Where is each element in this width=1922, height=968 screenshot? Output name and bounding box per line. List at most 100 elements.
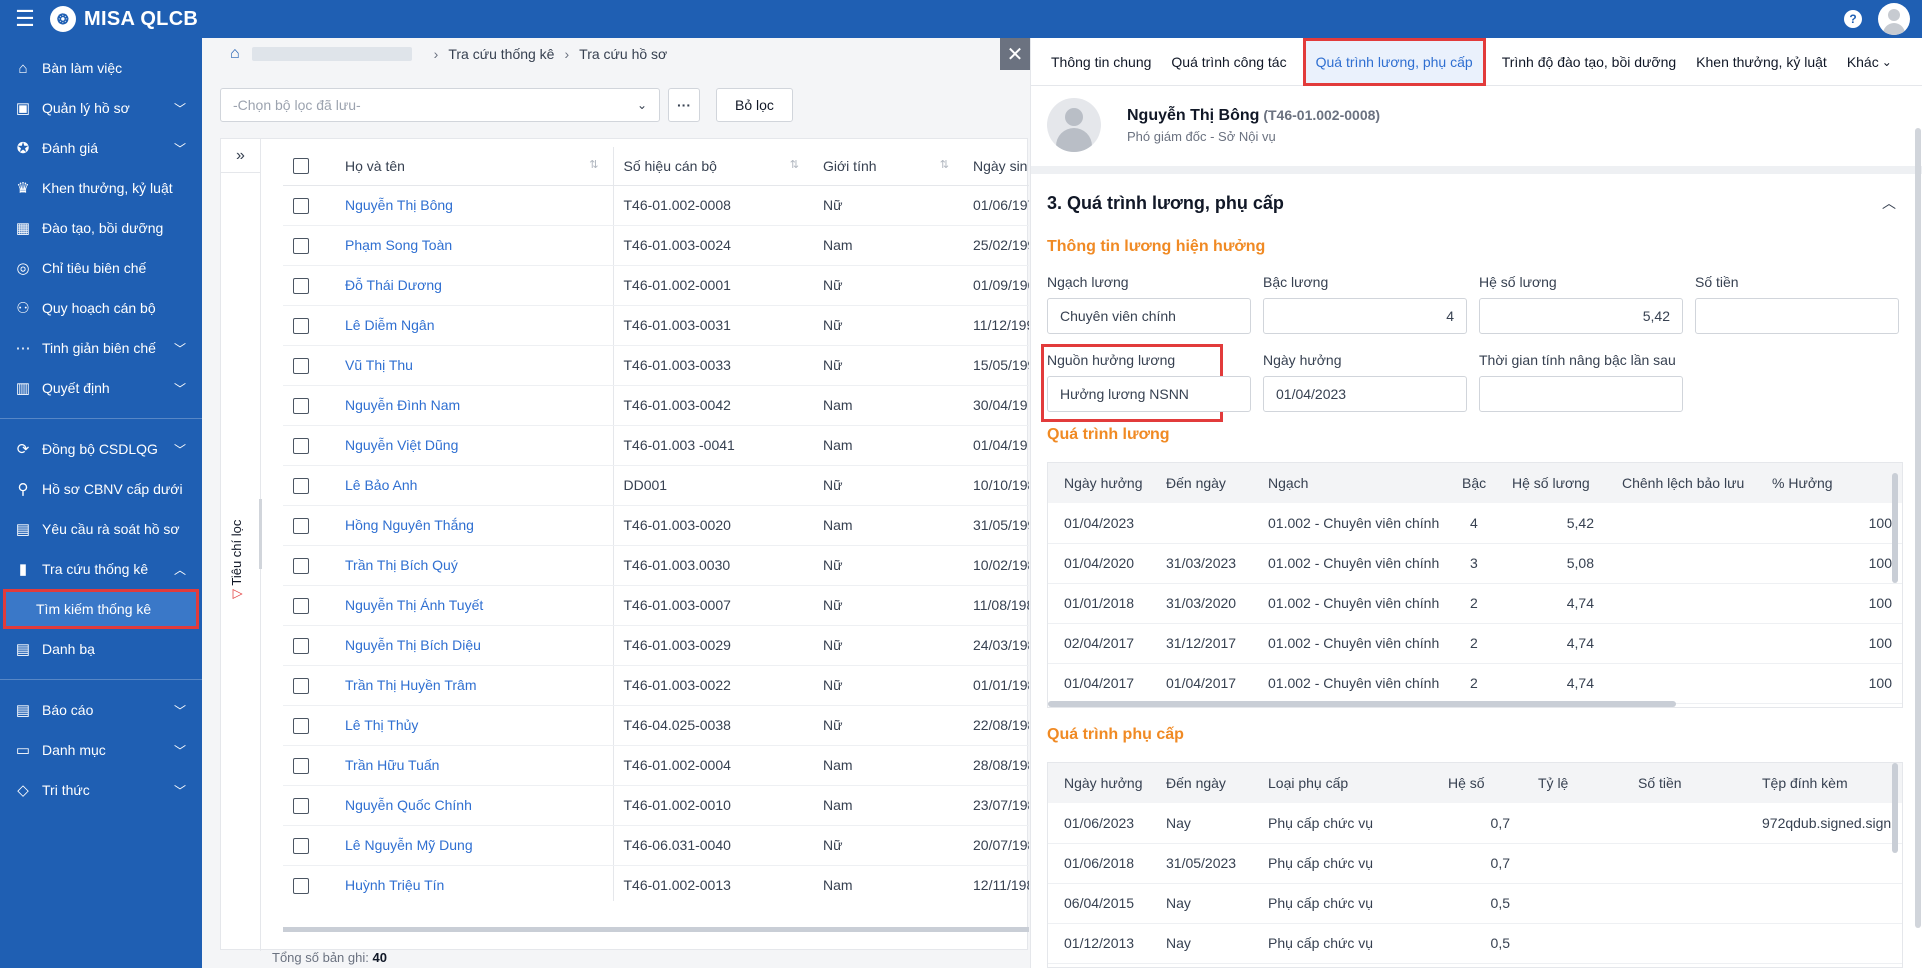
- employee-name-link[interactable]: Phạm Song Toàn: [345, 237, 452, 253]
- tab-rewards-discipline[interactable]: Khen thưởng, kỷ luật: [1686, 38, 1837, 86]
- row-checkbox[interactable]: [293, 757, 309, 774]
- employee-name-link[interactable]: Nguyễn Thị Bông: [345, 197, 453, 213]
- horizontal-scrollbar[interactable]: [1048, 701, 1676, 707]
- sidebar-item-items2-2[interactable]: ▤ Yêu cầu rà soát hồ sơ: [0, 509, 202, 549]
- tab-salary-allowance[interactable]: Quá trình lương, phụ cấp: [1302, 37, 1486, 86]
- row-checkbox[interactable]: [293, 797, 309, 814]
- help-icon[interactable]: ?: [1844, 10, 1862, 28]
- sidebar-item-items-2[interactable]: ✪ Đánh giá ﹀: [0, 128, 202, 168]
- user-avatar[interactable]: [1878, 3, 1910, 35]
- column-header-gender[interactable]: Giới tính ⇅: [813, 147, 963, 186]
- row-checkbox[interactable]: [293, 477, 309, 494]
- employee-name-link[interactable]: Lê Diễm Ngân: [345, 317, 435, 333]
- tab-general-info[interactable]: Thông tin chung: [1041, 38, 1161, 86]
- expand-filter-icon[interactable]: »: [221, 139, 260, 173]
- ngayhuong-field[interactable]: 01/04/2023: [1263, 376, 1467, 412]
- sort-icon[interactable]: ⇅: [940, 158, 949, 171]
- sidebar-subitem-search-stats[interactable]: Tìm kiếm thống kê: [3, 589, 199, 629]
- heso-field[interactable]: 5,42: [1479, 298, 1683, 334]
- table-row[interactable]: 01/06/2018 31/05/2023 Phụ cấp chức vụ 0,7: [1048, 843, 1902, 884]
- sidebar-item-items2-3[interactable]: ▮ Tra cứu thống kê ︿: [0, 549, 202, 589]
- employee-name-link[interactable]: Lê Thị Thủy: [345, 717, 418, 733]
- table-row[interactable]: Lê Thị Thủy T46-04.025-0038Nữ22/08/198: [283, 705, 1029, 746]
- resize-handle[interactable]: [259, 499, 262, 569]
- sidebar-item-items-6[interactable]: ⚇ Quy hoạch cán bộ: [0, 288, 202, 328]
- home-icon[interactable]: ⌂: [230, 45, 240, 63]
- row-checkbox[interactable]: [293, 197, 309, 214]
- saved-filter-select[interactable]: -Chọn bộ lọc đã lưu- ⌄: [220, 88, 660, 122]
- table-row[interactable]: Nguyễn Quốc Chính T46-01.002-0010 Nam 23/07…: [283, 785, 1029, 826]
- row-checkbox[interactable]: [293, 557, 309, 574]
- employee-name-link[interactable]: Nguyễn Việt Dũng: [345, 437, 458, 453]
- sidebar-item-items3-1[interactable]: ▭ Danh mục ﹀: [0, 730, 202, 770]
- employee-name-link[interactable]: Nguyễn Đình Nam: [345, 397, 460, 413]
- table-row[interactable]: Hồng Nguyên Thắng T46-01.003-0020 Nam 31/05…: [283, 505, 1029, 546]
- sidebar-item-items2-1[interactable]: ⚲ Hồ sơ CBNV cấp dưới: [0, 469, 202, 509]
- table-row[interactable]: Nguyễn Việt Dũng T46-01.003 -0041 Nam 01/04…: [283, 425, 1029, 466]
- thoigian-field[interactable]: [1479, 376, 1683, 412]
- sidebar-item-contacts[interactable]: ▤ Danh bạ: [0, 629, 202, 669]
- table-row[interactable]: Lê Bảo Anh DD001Nữ10/10/198: [283, 465, 1029, 506]
- employee-name-link[interactable]: Đỗ Thái Dương: [345, 277, 442, 293]
- table-row[interactable]: 01/06/2023 Nay Phụ cấp chức vụ 0,7 972qdub.s…: [1048, 803, 1902, 844]
- table-row[interactable]: Phạm Song Toàn T46-01.003-0024 Nam 25/02/19…: [283, 225, 1029, 266]
- employee-name-link[interactable]: Hồng Nguyên Thắng: [345, 517, 474, 533]
- sidebar-item-items-3[interactable]: ♛ Khen thưởng, kỷ luật: [0, 168, 202, 208]
- row-checkbox[interactable]: [293, 717, 309, 734]
- tab-other[interactable]: Khác ⌄: [1837, 38, 1902, 86]
- panel-scrollbar[interactable]: [1915, 128, 1921, 928]
- employee-name-link[interactable]: Trần Hữu Tuấn: [345, 757, 439, 773]
- sort-icon[interactable]: ⇅: [589, 158, 598, 171]
- nguon-field[interactable]: Hưởng lương NSNN: [1047, 376, 1251, 412]
- select-all-checkbox[interactable]: [293, 158, 309, 175]
- sidebar-item-items-8[interactable]: ▥ Quyết định ﹀: [0, 368, 202, 408]
- row-checkbox[interactable]: [293, 837, 309, 854]
- sidebar-item-items3-2[interactable]: ◇ Tri thức ﹀: [0, 770, 202, 810]
- table-row[interactable]: 01/04/2017 01/04/2017 01.002 - Chuyên viên…: [1048, 663, 1902, 704]
- table-row[interactable]: Nguyễn Đình Nam T46-01.003-0042 Nam 30/04/1…: [283, 385, 1029, 426]
- breadcrumb-item-stats[interactable]: Tra cứu thống kê: [448, 46, 554, 62]
- table-row[interactable]: Nguyễn Thị Bông T46-01.002-0008 Nữ 01/06/19…: [283, 185, 1029, 226]
- row-checkbox[interactable]: [293, 277, 309, 294]
- row-checkbox[interactable]: [293, 397, 309, 414]
- sidebar-item-items-5[interactable]: ◎ Chỉ tiêu biên chế: [0, 248, 202, 288]
- attachment-link[interactable]: 972qdub.signed.sign: [1746, 803, 1902, 844]
- row-checkbox[interactable]: [293, 317, 309, 334]
- sidebar-item-items-7[interactable]: ⋯ Tinh giản biên chế ﹀: [0, 328, 202, 368]
- sidebar-item-items2-0[interactable]: ⟳ Đồng bộ CSDLQG ﹀: [0, 429, 202, 469]
- column-header-code[interactable]: Số hiệu cán bộ ⇅: [613, 147, 813, 186]
- table-row[interactable]: 01/04/2023 01.002 - Chuyên viên chính 4 5,4…: [1048, 503, 1902, 544]
- sidebar-item-items-1[interactable]: ▣ Quản lý hồ sơ ﹀: [0, 88, 202, 128]
- table-row[interactable]: 06/04/2015 Nay Phụ cấp chức vụ 0,5: [1048, 883, 1902, 924]
- row-checkbox[interactable]: [293, 877, 309, 894]
- app-logo[interactable]: ❂ MISA QLCB: [50, 6, 198, 32]
- table-row[interactable]: Trần Thị Huyền Trâm T46-01.003-0022 Nữ 01/0…: [283, 665, 1029, 706]
- employee-name-link[interactable]: Vũ Thị Thu: [345, 357, 413, 373]
- employee-name-link[interactable]: Nguyễn Quốc Chính: [345, 797, 472, 813]
- vertical-scrollbar[interactable]: [1892, 763, 1898, 853]
- tab-training[interactable]: Trình độ đào tạo, bồi dưỡng: [1492, 38, 1686, 86]
- filter-criteria-toggle[interactable]: ▽ Tiêu chí lọc: [229, 520, 245, 599]
- sidebar-item-items3-0[interactable]: ▤ Báo cáo ﹀: [0, 690, 202, 730]
- table-row[interactable]: Huỳnh Triệu Tín T46-01.002-0013 Nam 12/11/1…: [283, 865, 1029, 901]
- table-row[interactable]: Lê Diễm Ngân T46-01.003-0031Nữ11/12/1990: [283, 305, 1029, 346]
- sotien-field[interactable]: [1695, 298, 1899, 334]
- table-row[interactable]: Nguyễn Thị Ánh Tuyết T46-01.003-0007 Nữ 11/…: [283, 585, 1029, 626]
- table-row[interactable]: 01/04/2020 31/03/2023 01.002 - Chuyên viên…: [1048, 543, 1902, 584]
- vertical-scrollbar[interactable]: [1892, 473, 1898, 583]
- table-row[interactable]: Lê Nguyễn Mỹ Dung T46-06.031-0040 Nữ 20/07/…: [283, 825, 1029, 866]
- horizontal-scrollbar[interactable]: [283, 927, 1029, 932]
- row-checkbox[interactable]: [293, 237, 309, 254]
- ngach-field[interactable]: Chuyên viên chính: [1047, 298, 1251, 334]
- table-row[interactable]: Đỗ Thái Dương T46-01.002-0001Nữ01/09/196: [283, 265, 1029, 306]
- bac-field[interactable]: 4: [1263, 298, 1467, 334]
- column-header-dob[interactable]: Ngày sin: [963, 147, 1029, 186]
- employee-name-link[interactable]: Trần Thị Huyền Trâm: [345, 677, 477, 693]
- table-row[interactable]: 01/12/2013 Nay Phụ cấp chức vụ 0,5: [1048, 923, 1902, 964]
- close-panel-button[interactable]: ✕: [1000, 38, 1030, 70]
- employee-name-link[interactable]: Huỳnh Triệu Tín: [345, 877, 444, 893]
- table-row[interactable]: 02/04/2017 31/12/2017 01.002 - Chuyên viên…: [1048, 623, 1902, 664]
- row-checkbox[interactable]: [293, 437, 309, 454]
- sidebar-item-items-0[interactable]: ⌂ Bàn làm việc: [0, 48, 202, 88]
- sort-icon[interactable]: ⇅: [790, 158, 799, 171]
